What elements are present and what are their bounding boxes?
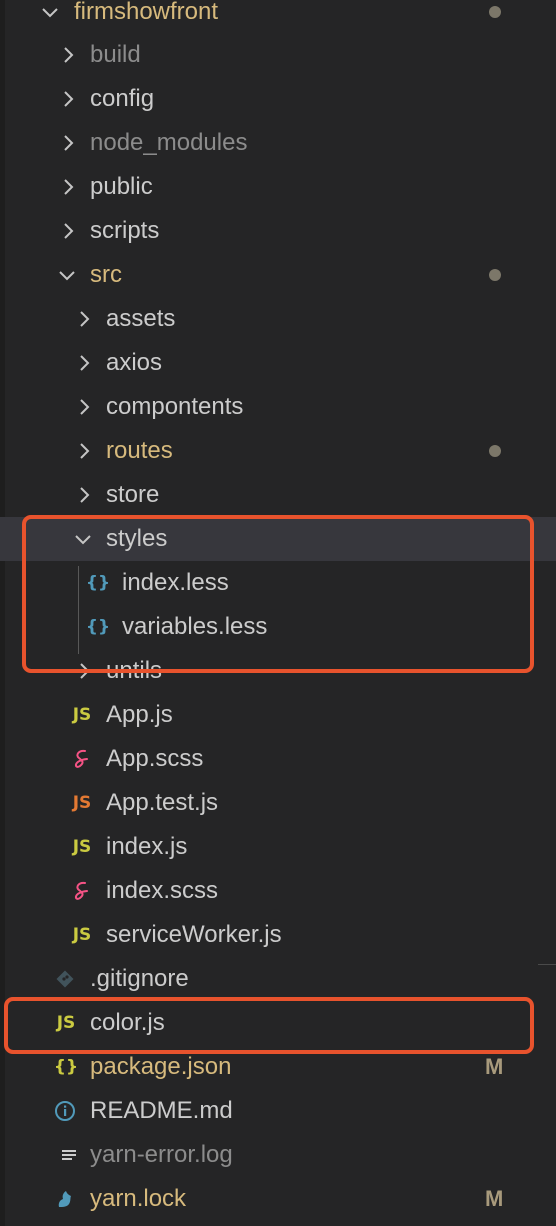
chevron-right-icon[interactable] — [58, 33, 78, 77]
chevron-right-icon[interactable] — [74, 341, 94, 385]
tree-item-label: axios — [106, 349, 163, 376]
js-icon: JS — [72, 925, 92, 945]
git-icon — [53, 957, 77, 1001]
tree-item-store[interactable]: store — [0, 473, 556, 517]
tree-item-label: App.scss — [106, 745, 204, 772]
tree-item-label: store — [106, 481, 160, 508]
chevron-down-icon[interactable] — [40, 0, 60, 34]
chevron-right-icon[interactable] — [58, 209, 78, 253]
tree-item-node-modules[interactable]: node_modules — [0, 121, 556, 165]
chevron-right-icon[interactable] — [74, 473, 94, 517]
tree-item-label: firmshowfront — [74, 0, 219, 25]
tree-item-assets[interactable]: assets — [0, 297, 556, 341]
tree-item-label: index.scss — [106, 877, 219, 904]
tree-item-gitignore[interactable]: .gitignore — [0, 957, 556, 1001]
tree-item-label: routes — [106, 437, 173, 464]
tree-item-index-scss[interactable]: index.scss — [0, 869, 556, 913]
chevron-right-icon[interactable] — [58, 77, 78, 121]
tree-item-axios[interactable]: axios — [0, 341, 556, 385]
tree-item-routes[interactable]: routes — [0, 429, 556, 473]
sass-icon — [70, 869, 94, 913]
tree-item-label: scripts — [90, 217, 160, 244]
tree-item-label: App.test.js — [106, 789, 219, 816]
tree-item-app-js[interactable]: JS App.js — [0, 693, 556, 737]
sass-icon — [70, 737, 94, 781]
chevron-right-icon[interactable] — [74, 429, 94, 473]
tree-item-service-worker-js[interactable]: JS serviceWorker.js — [0, 913, 556, 957]
tree-item-label: node_modules — [90, 129, 248, 156]
file-explorer-tree: firmshowfront build config node_modules … — [0, 0, 556, 1226]
tree-item-label: public — [90, 173, 153, 200]
yarn-icon — [53, 1177, 77, 1221]
tree-item-label: src — [90, 261, 122, 288]
tree-item-index-js[interactable]: JS index.js — [0, 825, 556, 869]
log-icon — [57, 1133, 81, 1177]
tree-item-compontents[interactable]: compontents — [0, 385, 556, 429]
highlight-box-styles — [22, 515, 534, 673]
tree-item-src[interactable]: src — [0, 253, 556, 297]
modified-badge: M — [485, 1186, 504, 1211]
chevron-right-icon[interactable] — [74, 385, 94, 429]
chevron-down-icon[interactable] — [57, 253, 77, 297]
tree-item-app-test-js[interactable]: JS App.test.js — [0, 781, 556, 825]
tree-item-public[interactable]: public — [0, 165, 556, 209]
tree-item-label: App.js — [106, 701, 173, 728]
tree-item-label: index.js — [106, 833, 188, 860]
tree-item-label: compontents — [106, 393, 244, 420]
tree-item-label: config — [90, 85, 155, 112]
tree-item-label: serviceWorker.js — [106, 921, 282, 948]
js-icon: JS — [72, 837, 92, 857]
tree-item-config[interactable]: config — [0, 77, 556, 121]
tree-item-yarn-lock[interactable]: yarn.lock M — [0, 1177, 556, 1221]
tree-item-build[interactable]: build — [0, 33, 556, 77]
modified-dot-icon — [489, 269, 501, 281]
tree-item-app-scss[interactable]: App.scss — [0, 737, 556, 781]
tree-item-label: README.md — [90, 1097, 233, 1124]
modified-dot-icon — [489, 6, 501, 18]
tree-item-label: .gitignore — [90, 965, 189, 992]
tree-item-label: build — [90, 41, 141, 68]
js-test-icon: JS — [72, 793, 92, 813]
tree-item-label: assets — [106, 305, 176, 332]
tree-item-label: yarn-error.log — [90, 1141, 233, 1168]
tree-item-firmshowfront[interactable]: firmshowfront — [0, 0, 556, 34]
info-icon — [53, 1089, 77, 1133]
highlight-box-color-js — [4, 997, 534, 1054]
chevron-right-icon[interactable] — [58, 165, 78, 209]
js-icon: JS — [72, 705, 92, 725]
modified-dot-icon — [489, 445, 501, 457]
chevron-right-icon[interactable] — [74, 297, 94, 341]
tree-item-readme-md[interactable]: README.md — [0, 1089, 556, 1133]
tree-item-yarn-error-log[interactable]: yarn-error.log — [0, 1133, 556, 1177]
chevron-right-icon[interactable] — [58, 121, 78, 165]
tree-item-scripts[interactable]: scripts — [0, 209, 556, 253]
tree-item-label: yarn.lock — [90, 1185, 187, 1212]
